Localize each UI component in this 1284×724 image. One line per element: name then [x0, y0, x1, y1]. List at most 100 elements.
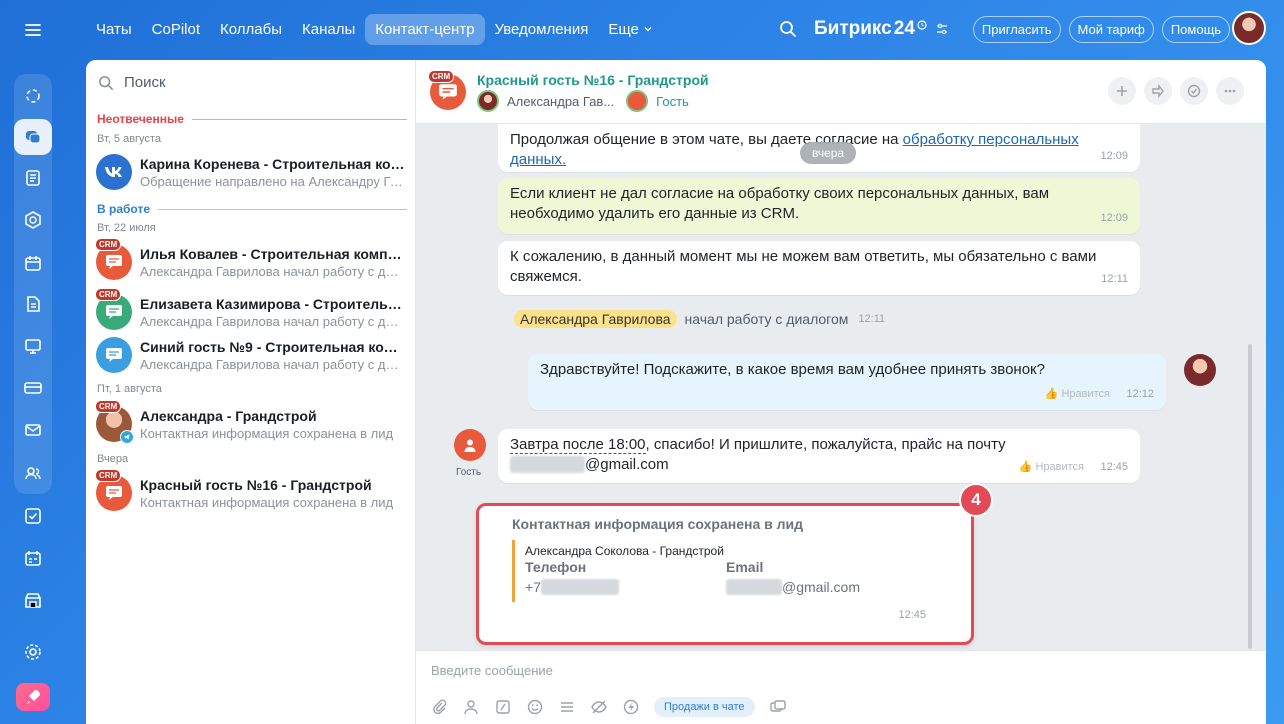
add-icon[interactable] [1108, 77, 1136, 105]
form-icon[interactable] [494, 698, 512, 716]
nav-notifications[interactable]: Уведомления [485, 14, 599, 45]
documents-icon[interactable] [14, 160, 52, 196]
crm-badge: CRM [95, 238, 122, 251]
nav-chats[interactable]: Чаты [86, 14, 142, 45]
system-user[interactable]: Александра Гаврилова [514, 310, 677, 328]
rocket-icon[interactable] [16, 683, 50, 711]
contacts-icon[interactable] [14, 455, 52, 491]
nav-collabs[interactable]: Коллабы [210, 14, 292, 45]
search-placeholder: Поиск [124, 74, 166, 91]
card-icon[interactable] [14, 370, 52, 406]
nav-copilot[interactable]: CoPilot [142, 14, 210, 45]
crm-badge: CRM [95, 288, 122, 301]
guest-avatar[interactable] [454, 429, 486, 461]
hide-icon[interactable] [590, 698, 608, 716]
mail-icon[interactable] [14, 412, 52, 448]
brand-name: Битрикс [814, 18, 892, 39]
operator-avatar[interactable] [477, 90, 499, 112]
card-accent-bar [512, 540, 515, 602]
chat-list: Поиск Неотвеченные Вт, 5 августа Карина … [86, 60, 416, 724]
chat-preview: Александра Гаврилова начал работу с диал… [140, 314, 405, 329]
invite-button[interactable]: Пригласить [972, 15, 1061, 43]
section-unanswered-label: Неотвеченные [97, 112, 184, 126]
chat-name: Синий гость №9 - Строительная компания [140, 339, 405, 355]
email-domain: @gmail.com [782, 579, 861, 595]
like-button[interactable]: 👍 Нравится [1045, 384, 1110, 404]
highlighted-time[interactable]: Завтра после 18:00 [510, 436, 646, 454]
chat-item[interactable]: CRM Красный гость №16 - Грандстрой Конта… [95, 469, 406, 513]
lead-name[interactable]: Александра Соколова - Грандстрой [525, 544, 724, 558]
nav-more[interactable]: Еще [598, 14, 663, 45]
user-avatar[interactable] [1232, 11, 1266, 45]
guest-avatar[interactable] [626, 90, 649, 112]
file-icon[interactable] [14, 286, 52, 322]
store-icon[interactable] [14, 582, 52, 618]
chat-bubble-icon [96, 337, 132, 373]
message-text: К сожалению, в данный момент мы не можем… [510, 248, 1097, 285]
message-time: 12:12 [1126, 388, 1154, 400]
message-input[interactable]: Введите сообщение [431, 663, 553, 678]
like-button[interactable]: 👍 Нравится [1019, 457, 1084, 477]
chat-title[interactable]: Красный гость №16 - Грандстрой [477, 72, 709, 88]
chat-preview: Контактная информация сохранена в лид [140, 426, 394, 441]
email-label: Email [726, 559, 764, 575]
section-in-work: В работе [97, 202, 407, 216]
header-actions [1108, 77, 1244, 105]
menu-icon[interactable] [14, 12, 52, 48]
chat-item[interactable]: Синий гость №9 - Строительная компания А… [96, 335, 406, 375]
tasks-icon[interactable] [14, 498, 52, 534]
like-label: Нравится [1061, 388, 1110, 400]
settings-icon[interactable] [14, 634, 52, 670]
message-warning: Если клиент не дал согласие на обработку… [498, 178, 1140, 234]
blurred-email-user: xxxxxxxxxx [510, 456, 585, 473]
hexagon-icon[interactable] [14, 202, 52, 238]
step-badge: 4 [959, 483, 993, 517]
top-nav: Чаты CoPilot Коллабы Каналы Контакт-цент… [86, 12, 663, 46]
windows-icon[interactable] [769, 698, 787, 716]
date-chip: вчера [800, 142, 857, 164]
feed-icon[interactable] [14, 78, 52, 114]
board-icon[interactable] [14, 328, 52, 364]
phone-label: Телефон [525, 559, 587, 575]
phone-prefix: +7 [525, 579, 541, 595]
user-icon[interactable] [462, 698, 480, 716]
forward-icon[interactable] [1144, 77, 1172, 105]
telegram-icon [120, 430, 134, 444]
smile-icon[interactable] [526, 698, 544, 716]
scrollbar[interactable] [1248, 344, 1252, 649]
sliders-icon[interactable] [935, 22, 949, 36]
like-label: Нравится [1035, 461, 1084, 473]
chat-item[interactable]: CRM Илья Ковалев - Строительная компания… [95, 238, 406, 282]
chat-item[interactable]: CRM Александра - Грандстрой Контактная и… [95, 400, 406, 444]
sales-in-chat-button[interactable]: Продажи в чате [654, 697, 755, 717]
chat-search[interactable]: Поиск [98, 74, 166, 91]
more-icon[interactable] [1216, 77, 1244, 105]
email-domain: @gmail.com [585, 456, 669, 473]
message-operator: Здравствуйте! Подскажите, в какое время … [528, 354, 1166, 410]
template-icon[interactable] [558, 698, 576, 716]
search-icon [99, 75, 113, 90]
calendar-icon[interactable] [14, 245, 52, 281]
message-auto-reply: К сожалению, в данный момент мы не можем… [498, 241, 1140, 295]
chat-preview: Александра Гаврилова начал работу с диал… [140, 264, 405, 279]
search-icon[interactable] [776, 17, 800, 41]
planner-icon[interactable] [14, 540, 52, 576]
chat-item[interactable]: CRM Елизавета Казимирова - Строительная … [95, 288, 406, 332]
message-text: Если клиент не дал согласие на обработку… [510, 185, 1050, 222]
help-button[interactable]: Помощь [1161, 15, 1231, 43]
section-in-work-label: В работе [97, 202, 150, 216]
message-time: 12:45 [1100, 461, 1128, 473]
messenger-icon[interactable] [14, 119, 52, 155]
chat-name: Карина Коренева - Строительная компания [140, 156, 405, 172]
check-circle-icon[interactable] [1180, 77, 1208, 105]
chat-preview: Контактная информация сохранена в лид [140, 495, 394, 510]
attach-icon[interactable] [430, 698, 448, 716]
nav-contact-center[interactable]: Контакт-центр [365, 13, 485, 45]
lightning-icon[interactable] [622, 698, 640, 716]
message-guest: Завтра после 18:00, спасибо! И пришлите,… [498, 429, 1140, 483]
nav-channels[interactable]: Каналы [292, 14, 365, 45]
tariff-button[interactable]: Мой тариф [1068, 15, 1154, 43]
card-title: Контактная информация сохранена в лид [512, 516, 804, 532]
chat-item[interactable]: Карина Коренева - Строительная компания … [96, 152, 406, 192]
operator-avatar[interactable] [1184, 354, 1216, 386]
